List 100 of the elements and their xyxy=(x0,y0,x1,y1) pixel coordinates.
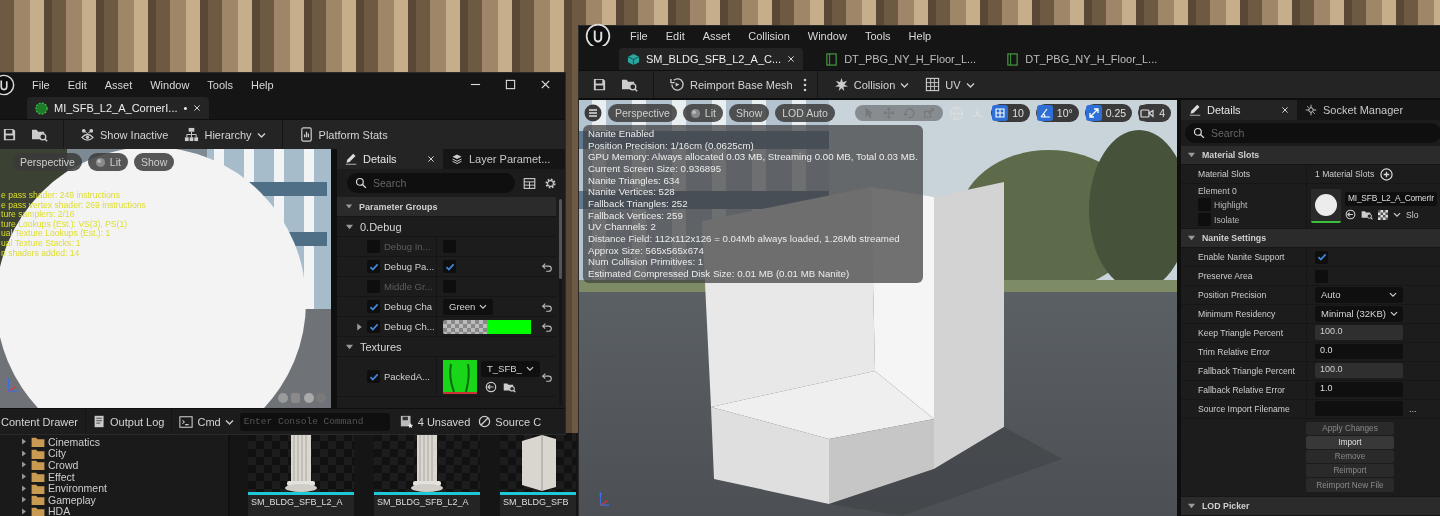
action-button[interactable]: Import xyxy=(1306,435,1394,450)
folder-name[interactable]: HDA xyxy=(48,505,71,516)
close-icon[interactable] xyxy=(787,55,796,63)
dropdown[interactable]: Green xyxy=(443,298,494,315)
status-button[interactable]: Content Drawer xyxy=(0,412,83,431)
search-field[interactable]: Search xyxy=(1185,123,1440,143)
checker-icon[interactable] xyxy=(1378,209,1388,220)
asset-tile[interactable]: SM_BLDG_SFB_L2_A xyxy=(374,433,480,516)
expand-arrow-icon[interactable] xyxy=(1187,233,1196,242)
reset-arrow-icon[interactable] xyxy=(541,260,553,273)
menu-item[interactable]: Help xyxy=(899,30,941,42)
toolbar-button[interactable]: UV xyxy=(919,74,981,95)
checkbox[interactable] xyxy=(367,320,380,333)
texture-dropdown[interactable]: T_SFB_ xyxy=(481,360,540,377)
panel-tab[interactable]: Layer Paramet... xyxy=(443,149,559,169)
use-selected-icon[interactable] xyxy=(485,380,497,393)
checkbox[interactable] xyxy=(367,300,380,313)
table-view-icon[interactable] xyxy=(523,176,536,190)
toolbar-button[interactable]: Platform Stats xyxy=(292,124,394,145)
panel-tab[interactable]: Details xyxy=(337,149,443,169)
folder-icon[interactable] xyxy=(31,482,45,494)
panel-tab[interactable]: Socket Manager xyxy=(1297,100,1412,120)
number-field[interactable]: 1.0 xyxy=(1315,382,1403,398)
folder-name[interactable]: City xyxy=(48,447,67,460)
expand-arrow-icon[interactable] xyxy=(345,342,354,351)
section-header[interactable]: LOD Picker xyxy=(1181,496,1440,516)
folder-icon[interactable] xyxy=(31,471,45,483)
menu-item[interactable]: Asset xyxy=(95,78,142,91)
document-tab[interactable]: DT_PBG_NY_H_Floor_L... xyxy=(817,48,985,70)
dropdown[interactable]: Minimal (32KB) xyxy=(1315,305,1403,322)
section-header[interactable]: Parameter Groups xyxy=(337,197,556,217)
texture-thumbnail[interactable] xyxy=(443,359,477,394)
checkbox[interactable] xyxy=(367,260,380,273)
search-field[interactable]: Search xyxy=(347,173,515,193)
toolbar-button[interactable]: Reimport Base Mesh xyxy=(664,74,799,95)
folder-search-icon[interactable] xyxy=(31,127,48,142)
folder-name[interactable]: Environment xyxy=(48,482,107,495)
snap-toggle[interactable]: 10° xyxy=(1035,104,1079,122)
reset-arrow-icon[interactable] xyxy=(541,370,553,383)
add-icon[interactable] xyxy=(1380,167,1394,181)
menu-item[interactable]: Edit xyxy=(58,78,96,91)
asset-tile[interactable]: SM_BLDG_SFB_L2_A xyxy=(248,433,354,516)
asset-tile[interactable]: SM_BLDG_SFB xyxy=(500,433,576,516)
menu-item[interactable]: File xyxy=(23,78,59,91)
folder-search-icon[interactable] xyxy=(1361,209,1373,220)
menu-item[interactable]: Window xyxy=(798,30,856,42)
document-tab[interactable]: DT_PBG_NY_H_Floor_L... xyxy=(998,48,1166,70)
status-button[interactable]: Output Log xyxy=(89,412,169,431)
snap-toggle[interactable]: 4 xyxy=(1138,104,1171,122)
menu-item[interactable]: Tools xyxy=(855,30,900,42)
save-icon[interactable] xyxy=(2,127,17,142)
cmd-dropdown[interactable]: Cmd xyxy=(175,411,238,432)
viewport-button[interactable]: LOD Auto xyxy=(775,104,835,122)
reset-arrow-icon[interactable] xyxy=(541,320,553,333)
folder-search-icon[interactable] xyxy=(621,77,638,92)
save-icon[interactable] xyxy=(592,77,607,92)
folder-name[interactable]: Gameplay xyxy=(48,493,96,506)
group-header[interactable]: Textures xyxy=(337,337,556,357)
document-tab[interactable]: MI_SFB_L2_A_CornerI... • xyxy=(27,97,210,119)
menu-icon[interactable] xyxy=(584,104,602,122)
folder-icon[interactable] xyxy=(31,505,45,516)
document-tab[interactable]: SM_BLDG_SFB_L2_A_C... xyxy=(619,48,804,70)
menu-item[interactable]: Edit xyxy=(656,30,694,42)
source-control-button[interactable]: Source C xyxy=(474,412,546,431)
toolbar-button[interactable]: Collision xyxy=(827,74,916,95)
section-header[interactable]: Nanite Settings xyxy=(1181,228,1440,249)
menu-item[interactable]: Tools xyxy=(198,78,243,91)
close-icon[interactable] xyxy=(193,104,202,112)
checkbox[interactable] xyxy=(1315,250,1328,264)
maximize-icon[interactable] xyxy=(505,79,516,90)
material-thumbnail[interactable] xyxy=(1311,189,1341,223)
folder-name[interactable]: Crowd xyxy=(48,459,79,471)
checkbox[interactable] xyxy=(367,370,380,383)
section-header[interactable]: Material Slots xyxy=(1181,146,1440,166)
unsaved-button[interactable]: 4 Unsaved xyxy=(395,411,475,432)
color-swatch[interactable] xyxy=(443,319,531,334)
dropdown[interactable]: Auto xyxy=(1315,286,1403,303)
console-input[interactable]: Enter Console Command xyxy=(239,412,390,431)
number-field[interactable]: 0.0 xyxy=(1315,344,1403,360)
menu-item[interactable]: Collision xyxy=(739,30,799,42)
use-selected-icon[interactable] xyxy=(1345,209,1356,220)
folder-icon[interactable] xyxy=(31,459,45,471)
viewport-button[interactable]: Perspective xyxy=(13,153,82,171)
browse-button[interactable]: ... xyxy=(1409,403,1417,414)
snap-toggle[interactable]: 10 xyxy=(991,104,1030,122)
folder-search-icon[interactable] xyxy=(503,380,516,393)
folder-name[interactable]: Effect xyxy=(48,470,75,483)
folder-icon[interactable] xyxy=(31,447,45,459)
caret-icon[interactable] xyxy=(1393,211,1401,218)
toolbar-button[interactable]: Show Inactive xyxy=(74,124,175,145)
expand-arrow-icon[interactable] xyxy=(1187,151,1196,160)
viewport-button[interactable]: Perspective xyxy=(608,104,677,122)
snap-toggle[interactable]: 0.25 xyxy=(1084,104,1133,122)
menu-item[interactable]: Window xyxy=(141,78,199,91)
group-header[interactable]: 0.Debug xyxy=(337,217,556,237)
expand-arrow-icon[interactable] xyxy=(345,222,354,231)
menu-item[interactable]: Help xyxy=(242,78,283,91)
logo-icon[interactable] xyxy=(0,73,15,96)
menu-item[interactable]: Asset xyxy=(693,30,740,42)
panel-tab[interactable]: Details xyxy=(1181,100,1297,120)
